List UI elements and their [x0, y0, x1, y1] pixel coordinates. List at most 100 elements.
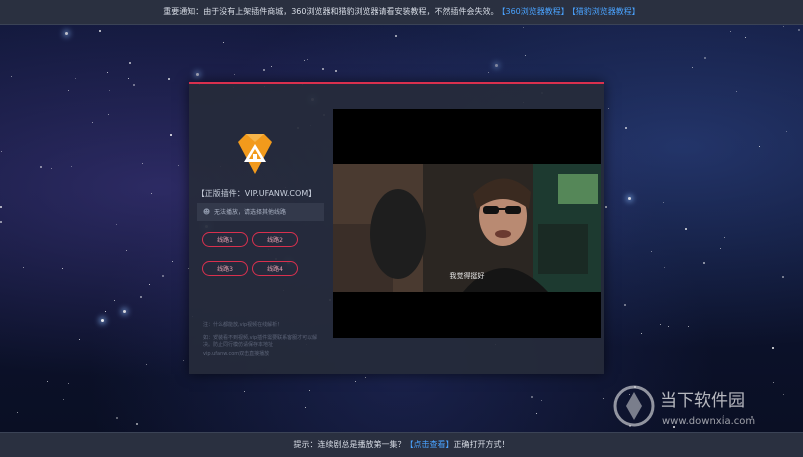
site-label: 【正版插件：VIP.UFANW.COM】 — [196, 189, 317, 198]
star — [133, 84, 135, 86]
star — [51, 168, 52, 169]
star — [62, 268, 63, 269]
star — [128, 78, 129, 79]
star — [624, 304, 626, 306]
top-notice-bar: 重要通知：由于没有上架插件商城，360浏览器和猎豹浏览器请看安装教程，不然插件会… — [0, 0, 803, 25]
star — [651, 251, 652, 252]
star — [0, 206, 2, 208]
star — [244, 391, 245, 392]
user-icon: ☻ — [202, 208, 211, 216]
star — [0, 221, 2, 223]
star — [116, 224, 117, 225]
star — [99, 30, 101, 32]
star — [704, 57, 706, 59]
bottom-notice-prefix: 提示：连续剧总是播放第一集？ — [293, 440, 406, 449]
star — [541, 400, 542, 401]
line-3-button[interactable]: 线路3 — [202, 261, 248, 276]
star — [335, 70, 337, 72]
star — [75, 78, 76, 79]
star — [668, 326, 669, 327]
bottom-notice-bar: 提示：连续剧总是播放第一集？【点击查看】正确打开方式！ — [0, 432, 803, 457]
star — [309, 390, 310, 391]
click-to-view-link[interactable]: 【点击查看】 — [406, 440, 454, 449]
video-frame[interactable]: 我觉得挺好 — [333, 164, 601, 292]
notice-text: 无法播放，请选择其他线路 — [214, 209, 287, 216]
360-tutorial-link[interactable]: 【360浏览器教程】 — [501, 7, 568, 16]
star — [142, 163, 143, 164]
video-player[interactable]: 我觉得挺好 — [333, 109, 601, 338]
top-notice-text: 重要通知：由于没有上架插件商城，360浏览器和猎豹浏览器请看安装教程，不然插件会… — [163, 7, 499, 16]
star — [107, 72, 108, 73]
star — [395, 35, 397, 37]
hint-line-3: vip.ufanw.com双击直接播放 — [203, 351, 270, 357]
star — [759, 146, 760, 147]
star — [772, 347, 774, 349]
star — [223, 42, 224, 43]
video-subtitle: 我觉得挺好 — [449, 272, 485, 280]
star — [304, 60, 305, 61]
star — [305, 407, 306, 408]
liebao-tutorial-link[interactable]: 【猎豹浏览器教程】 — [572, 7, 640, 16]
star — [730, 31, 731, 32]
star — [786, 131, 787, 132]
star — [146, 364, 147, 365]
line-2-button[interactable]: 线路2 — [252, 232, 298, 247]
star — [663, 202, 664, 203]
star — [23, 267, 24, 268]
playback-notice: ☻ 无法播放，请选择其他线路 — [197, 203, 324, 221]
downxia-watermark: 当下软件园 www.downxia.com — [613, 385, 755, 427]
star — [92, 122, 93, 123]
star — [140, 296, 142, 298]
star — [162, 275, 164, 277]
watermark-brand: 当下软件园 — [660, 391, 745, 411]
star — [79, 339, 80, 340]
star — [608, 108, 609, 109]
star — [68, 383, 69, 384]
star — [641, 333, 642, 334]
player-panel: 【正版插件：VIP.UFANW.COM】 ☻ 无法播放，请选择其他线路 线路1 线… — [189, 82, 604, 374]
star — [11, 76, 12, 77]
star — [531, 396, 533, 398]
star — [183, 360, 184, 361]
star — [724, 237, 725, 238]
star — [116, 417, 118, 419]
star — [605, 206, 607, 208]
star — [692, 67, 693, 68]
star — [495, 64, 498, 67]
watermark-url: www.downxia.com — [662, 416, 755, 427]
star — [71, 166, 72, 167]
line-4-button[interactable]: 线路4 — [252, 261, 298, 276]
star — [798, 29, 800, 31]
star — [17, 412, 18, 413]
line-1-button[interactable]: 线路1 — [202, 232, 248, 247]
star — [263, 69, 265, 71]
star — [172, 261, 173, 262]
star — [685, 228, 687, 230]
star — [168, 78, 170, 80]
star — [114, 300, 115, 301]
star — [178, 165, 179, 166]
star — [628, 197, 631, 200]
star — [355, 381, 356, 382]
star — [664, 267, 665, 268]
star — [123, 310, 126, 313]
star — [151, 193, 152, 194]
star — [63, 399, 64, 400]
star — [536, 413, 537, 414]
star — [68, 90, 69, 91]
star — [322, 68, 324, 70]
star — [40, 166, 42, 168]
star — [523, 27, 524, 28]
star — [65, 32, 68, 35]
star — [47, 381, 48, 382]
star — [625, 127, 627, 129]
star — [105, 311, 106, 312]
star — [129, 62, 131, 64]
star — [703, 262, 705, 264]
star — [109, 90, 110, 91]
star — [688, 326, 689, 327]
star — [783, 26, 784, 27]
hint-line-1: 注：什么都能放,vip视频在线解析！ — [203, 322, 283, 328]
star — [736, 91, 737, 92]
star — [488, 72, 489, 73]
